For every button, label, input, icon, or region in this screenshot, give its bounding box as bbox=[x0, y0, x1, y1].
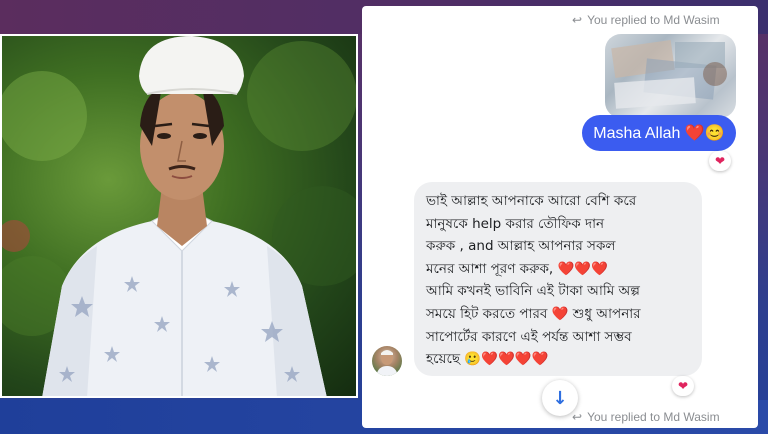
money-image bbox=[611, 39, 727, 109]
arrow-down-icon: ↓ bbox=[552, 387, 568, 409]
avatar-image bbox=[376, 350, 398, 376]
replied-image-thumbnail[interactable] bbox=[605, 34, 736, 118]
reply-note-bottom: ↩ You replied to Md Wasim bbox=[572, 410, 720, 424]
reply-arrow-icon: ↩ bbox=[572, 410, 583, 424]
avatar[interactable] bbox=[372, 346, 402, 376]
reply-note-text: You replied to Md Wasim bbox=[587, 13, 720, 27]
their-message-bubble[interactable]: ভাই আল্লাহ আপনাকে আরো বেশি করে মানুষকে h… bbox=[414, 182, 702, 376]
reply-note-text: You replied to Md Wasim bbox=[587, 410, 720, 424]
person-illustration bbox=[2, 36, 356, 396]
reply-note-top: ↩ You replied to Md Wasim bbox=[572, 13, 720, 27]
profile-photo bbox=[0, 34, 358, 398]
chat-panel: ↩ You replied to Md Wasim Masha Allah ❤️😊… bbox=[362, 6, 758, 428]
heart-icon[interactable]: ❤ bbox=[672, 376, 694, 396]
my-message-bubble[interactable]: Masha Allah ❤️😊 bbox=[582, 115, 736, 151]
reply-arrow-icon: ↩ bbox=[572, 13, 583, 27]
heart-icon[interactable]: ❤ bbox=[709, 151, 731, 171]
